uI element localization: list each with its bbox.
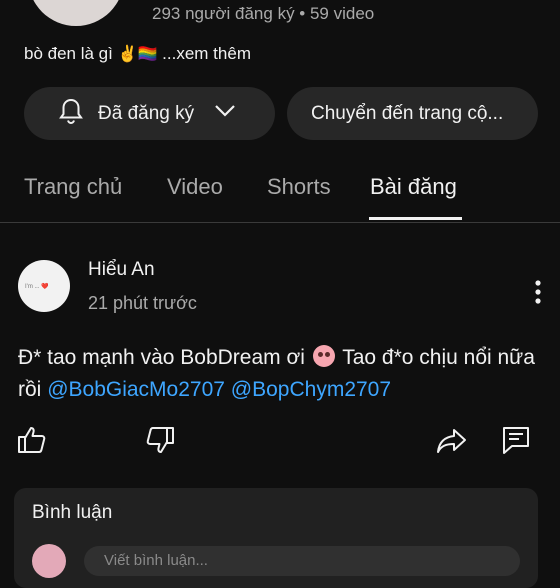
share-icon[interactable] bbox=[436, 424, 468, 456]
tab-videos[interactable]: Video bbox=[167, 174, 223, 200]
dislike-icon[interactable] bbox=[144, 424, 176, 456]
like-icon[interactable] bbox=[16, 424, 48, 456]
post-time: 21 phút trước bbox=[88, 293, 197, 313]
comments-label: Bình luận bbox=[32, 502, 113, 523]
post-author-name[interactable]: Hiểu An bbox=[88, 259, 155, 281]
mention-link-1[interactable]: @BobGiacMo2707 bbox=[47, 378, 225, 401]
active-tab-indicator bbox=[369, 217, 462, 220]
mention-link-2[interactable]: @BopChym2707 bbox=[231, 378, 391, 401]
post-author-avatar[interactable]: I'm ... ❤️ bbox=[18, 260, 70, 312]
bell-icon bbox=[58, 97, 84, 130]
subscribed-button[interactable]: Đã đăng ký bbox=[24, 87, 275, 140]
description-text: bò đen là gì bbox=[24, 44, 113, 63]
post-text-1: Đ* tao mạnh vào BobDream ơi bbox=[18, 346, 305, 369]
channel-description[interactable]: bò đen là gì ✌️🏳️‍🌈 ...xem thêm bbox=[24, 44, 251, 64]
tab-posts[interactable]: Bài đăng bbox=[370, 174, 457, 200]
tab-home[interactable]: Trang chủ bbox=[24, 174, 122, 200]
go-to-community-button[interactable]: Chuyển đến trang cộ... bbox=[287, 87, 538, 140]
channel-tabs: Trang chủ Video Shorts Bài đăng bbox=[0, 168, 560, 222]
comment-input[interactable]: Viết bình luận... bbox=[84, 546, 520, 576]
more-link[interactable]: ...xem thêm bbox=[162, 44, 251, 63]
comment-icon[interactable] bbox=[500, 424, 532, 456]
channel-avatar[interactable] bbox=[28, 0, 124, 26]
tab-shorts[interactable]: Shorts bbox=[267, 174, 331, 200]
channel-stats: 293 người đăng ký • 59 video bbox=[152, 4, 375, 23]
post-body: Đ* tao mạnh vào BobDream ơi Tao đ*o chịu… bbox=[18, 342, 548, 406]
tabs-divider bbox=[0, 222, 560, 223]
more-vert-icon[interactable] bbox=[528, 280, 548, 304]
my-avatar bbox=[32, 544, 66, 578]
description-emojis: ✌️🏳️‍🌈 bbox=[117, 46, 158, 63]
hot-face-emoji bbox=[312, 345, 335, 367]
avatar-caption: I'm ... ❤️ bbox=[25, 284, 49, 290]
chevron-down-icon bbox=[214, 104, 236, 123]
subscribed-label: Đã đăng ký bbox=[98, 102, 195, 124]
